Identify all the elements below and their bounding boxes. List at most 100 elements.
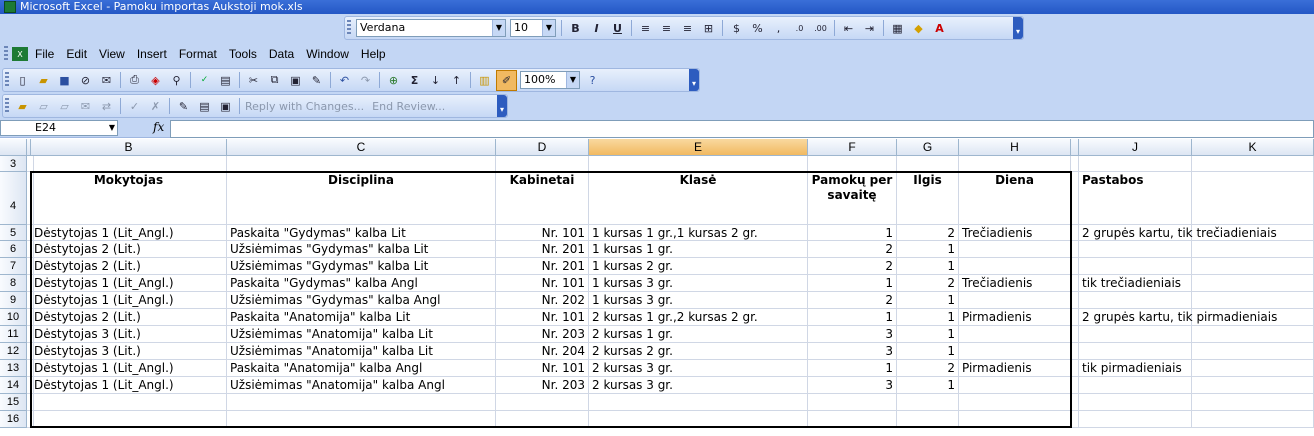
- row-header-3[interactable]: 3: [0, 156, 27, 172]
- new-document-icon[interactable]: ▯: [13, 71, 32, 90]
- column-header-j[interactable]: J: [1079, 139, 1192, 156]
- cell-k7[interactable]: [1192, 258, 1314, 275]
- format-painter-icon[interactable]: ✎: [307, 71, 326, 90]
- cell-k5[interactable]: [1192, 225, 1314, 241]
- menu-view[interactable]: View: [93, 44, 131, 64]
- cell-j15[interactable]: [1079, 394, 1192, 411]
- cell-f3[interactable]: [808, 156, 897, 172]
- cell-c16[interactable]: [227, 411, 496, 428]
- toolbar-options-icon[interactable]: ▾: [689, 69, 699, 91]
- cell-g16[interactable]: [897, 411, 959, 428]
- cell-f5[interactable]: 1: [808, 225, 897, 241]
- cell-c8[interactable]: Paskaita "Gydymas" kalba Angl: [227, 275, 496, 292]
- cell-b8[interactable]: Dėstytojas 1 (Lit_Angl.): [31, 275, 227, 292]
- cell-j13[interactable]: tik pirmadieniais: [1079, 360, 1192, 377]
- help-icon[interactable]: ?: [583, 71, 602, 90]
- cell-d6[interactable]: Nr. 201: [496, 241, 589, 258]
- header-cell-f[interactable]: Pamokų per savaitę: [808, 172, 897, 225]
- cell-f6[interactable]: 2: [808, 241, 897, 258]
- research-book-icon[interactable]: ▤: [216, 71, 235, 90]
- cell-b6[interactable]: Dėstytojas 2 (Lit.): [31, 241, 227, 258]
- cell-i13[interactable]: [1071, 360, 1079, 377]
- chevron-down-icon[interactable]: ▼: [542, 20, 555, 36]
- toolbar-grip[interactable]: [347, 20, 351, 36]
- open-folder-icon[interactable]: ▰: [34, 71, 53, 90]
- cell-k12[interactable]: [1192, 343, 1314, 360]
- formula-input[interactable]: [170, 120, 1314, 138]
- menu-data[interactable]: Data: [263, 44, 300, 64]
- font-name-combo[interactable]: Verdana ▼: [356, 19, 506, 37]
- cell-j11[interactable]: [1079, 326, 1192, 343]
- cell-k14[interactable]: [1192, 377, 1314, 394]
- cell-j16[interactable]: [1079, 411, 1192, 428]
- header-cell-h[interactable]: Diena: [959, 172, 1071, 225]
- cell-i14[interactable]: [1071, 377, 1079, 394]
- cell-b9[interactable]: Dėstytojas 1 (Lit_Angl.): [31, 292, 227, 309]
- menu-format[interactable]: Format: [173, 44, 223, 64]
- cell-j9[interactable]: [1079, 292, 1192, 309]
- select-all-corner[interactable]: [0, 139, 27, 156]
- show-comments-icon[interactable]: ▤: [195, 97, 214, 116]
- cell-d14[interactable]: Nr. 203: [496, 377, 589, 394]
- cell-f14[interactable]: 3: [808, 377, 897, 394]
- cell-k3[interactable]: [1192, 156, 1314, 172]
- header-cell-b[interactable]: Mokytojas: [31, 172, 227, 225]
- cell-g13[interactable]: 2: [897, 360, 959, 377]
- cell-k13[interactable]: [1192, 360, 1314, 377]
- cell-c15[interactable]: [227, 394, 496, 411]
- row-header-13[interactable]: 13: [0, 360, 27, 377]
- row-header-12[interactable]: 12: [0, 343, 27, 360]
- cell-c5[interactable]: Paskaita "Gydymas" kalba Lit: [227, 225, 496, 241]
- cell-b10[interactable]: Dėstytojas 2 (Lit.): [31, 309, 227, 326]
- cell-b14[interactable]: Dėstytojas 1 (Lit_Angl.): [31, 377, 227, 394]
- cell-c12[interactable]: Užsiėmimas "Anatomija" kalba Lit: [227, 343, 496, 360]
- row-header-11[interactable]: 11: [0, 326, 27, 343]
- header-cell-g[interactable]: Ilgis: [897, 172, 959, 225]
- cell-c6[interactable]: Užsiėmimas "Gydymas" kalba Lit: [227, 241, 496, 258]
- autosum-icon[interactable]: Σ: [405, 71, 424, 90]
- cell-c7[interactable]: Užsiėmimas "Gydymas" kalba Lit: [227, 258, 496, 275]
- research-icon[interactable]: ⚲: [167, 71, 186, 90]
- menu-grip[interactable]: [4, 46, 8, 62]
- cell-b15[interactable]: [31, 394, 227, 411]
- column-header-k[interactable]: K: [1192, 139, 1314, 156]
- fill-color-icon[interactable]: ◆: [909, 19, 928, 38]
- row-header-10[interactable]: 10: [0, 309, 27, 326]
- cell-f16[interactable]: [808, 411, 897, 428]
- row-header-15[interactable]: 15: [0, 394, 27, 411]
- header-cell-j[interactable]: Pastabos: [1079, 172, 1192, 225]
- cell-i15[interactable]: [1071, 394, 1079, 411]
- cell-e7[interactable]: 1 kursas 2 gr.: [589, 258, 808, 275]
- cell-c10[interactable]: Paskaita "Anatomija" kalba Lit: [227, 309, 496, 326]
- column-header-e[interactable]: E: [589, 139, 808, 156]
- cell-d15[interactable]: [496, 394, 589, 411]
- cell-h10[interactable]: Pirmadienis: [959, 309, 1071, 326]
- cell-e6[interactable]: 1 kursas 1 gr.: [589, 241, 808, 258]
- row-header-6[interactable]: 6: [0, 241, 27, 258]
- cell-h3[interactable]: [959, 156, 1071, 172]
- insert-function-icon[interactable]: fx: [153, 120, 164, 134]
- cell-c14[interactable]: Užsiėmimas "Anatomija" kalba Angl: [227, 377, 496, 394]
- toolbar-options-icon[interactable]: ▾: [1013, 17, 1023, 39]
- cell-d9[interactable]: Nr. 202: [496, 292, 589, 309]
- cell-g7[interactable]: 1: [897, 258, 959, 275]
- cell-e5[interactable]: 1 kursas 1 gr.,1 kursas 2 gr.: [589, 225, 808, 241]
- cell-i11[interactable]: [1071, 326, 1079, 343]
- underline-button[interactable]: U: [608, 19, 627, 38]
- column-header-h[interactable]: H: [959, 139, 1071, 156]
- cell-h9[interactable]: [959, 292, 1071, 309]
- cell-j3[interactable]: [1079, 156, 1192, 172]
- cell-f8[interactable]: 1: [808, 275, 897, 292]
- cell-h16[interactable]: [959, 411, 1071, 428]
- worksheet-grid[interactable]: B C D E F G H J K 3 4 5 6 7 8 9 10 11 12 13 14 15 16 Mokytojas D…: [0, 139, 1314, 436]
- print-icon[interactable]: ⎙: [125, 71, 144, 90]
- currency-icon[interactable]: $: [727, 19, 746, 38]
- align-center-icon[interactable]: ≡: [657, 19, 676, 38]
- italic-button[interactable]: I: [587, 19, 606, 38]
- cell-e8[interactable]: 1 kursas 3 gr.: [589, 275, 808, 292]
- column-header-c[interactable]: C: [227, 139, 496, 156]
- cell-i7[interactable]: [1071, 258, 1079, 275]
- cell-f11[interactable]: 3: [808, 326, 897, 343]
- cell-i12[interactable]: [1071, 343, 1079, 360]
- workbook-icon[interactable]: X: [12, 47, 28, 61]
